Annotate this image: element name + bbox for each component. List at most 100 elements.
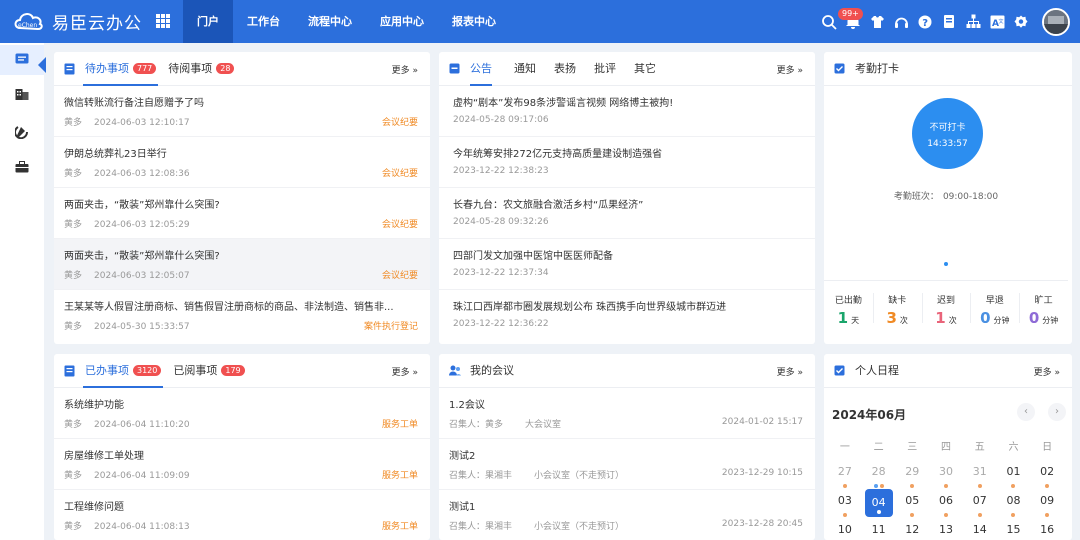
item-category: 服务工单 xyxy=(381,522,418,532)
tab-other[interactable]: 其它 xyxy=(634,52,656,86)
calendar-day[interactable]: 02 xyxy=(1030,460,1064,489)
list-item[interactable]: 两面夹击，“散装”郑州靠什么突围? 黄多 2024-06-03 12:05:29 会议… xyxy=(54,188,430,239)
list-item[interactable]: 工程维修问题 黄多 2024-06-04 11:08:13 服务工单 xyxy=(54,490,430,540)
nav-report-center[interactable]: 报表中心 xyxy=(438,0,510,43)
list-item[interactable]: 四部门发文加强中医馆中医医师配备 2023-12-22 12:37:34 xyxy=(439,239,815,290)
settings-gear-icon[interactable] xyxy=(1010,0,1032,43)
help-icon[interactable]: ? xyxy=(914,0,936,43)
calendar-day[interactable]: 12 xyxy=(895,518,929,540)
list-item[interactable]: 系统维护功能 黄多 2024-06-04 11:10:20 服务工单 xyxy=(54,388,430,439)
list-item[interactable]: 微信转账流行备注自愿赠予了吗 黄多 2024-06-03 12:10:17 会议纪要 xyxy=(54,86,430,137)
more-link[interactable]: 更多 » xyxy=(392,365,418,378)
calendar-day[interactable]: 29 xyxy=(895,460,929,489)
calendar-day[interactable]: 31 xyxy=(963,460,997,489)
calendar-day[interactable]: 07 xyxy=(963,489,997,518)
calendar-day[interactable]: 10 xyxy=(828,518,862,540)
tab-todo[interactable]: 待办事项 777 xyxy=(82,52,159,86)
shirt-icon[interactable] xyxy=(866,0,888,43)
list-item[interactable]: 长春九台：农文旅融合激活乡村“瓜果经济” 2024-05-28 09:32:26 xyxy=(439,188,815,239)
calendar-day[interactable]: 13 xyxy=(929,518,963,540)
app-logo[interactable]: eChen 易臣云办公 xyxy=(12,8,142,34)
stat-value: 3 xyxy=(886,309,897,327)
apps-grid-icon[interactable] xyxy=(156,14,170,28)
sidebar-item-building[interactable] xyxy=(0,81,44,111)
done-panel: 已办事项 3120 已阅事项 179 更多 » 系统维护功能 黄多 2024-06-04… xyxy=(54,354,430,540)
svg-text:?: ? xyxy=(922,18,928,29)
more-link[interactable]: 更多 » xyxy=(1034,365,1060,378)
calendar-day[interactable]: 30 xyxy=(929,460,963,489)
list-item[interactable]: 珠江口西岸都市圈发展规划公布 珠西携手向世界级城市群迈进 2023-12-22 1… xyxy=(439,290,815,342)
calendar-day[interactable]: 15 xyxy=(997,518,1031,540)
list-item[interactable]: 今年统筹安排272亿元支持高质量建设制造强省 2023-12-22 12:38:2… xyxy=(439,137,815,188)
list-item[interactable]: 两面夹击，“散装”郑州靠什么突围? 黄多 2024-06-03 12:05:07 会议… xyxy=(54,239,430,290)
punch-clock-button[interactable]: 不可打卡 14:33:57 xyxy=(912,98,983,169)
item-title: 虚构“剧本”发布98条涉警谣言视频 网络博主被拘! xyxy=(453,98,674,109)
top-bar: eChen 易臣云办公 门户 工作台 流程中心 应用中心 报表中心 ? A文 9… xyxy=(0,0,1080,43)
item-title: 伊朗总统葬礼23日举行 xyxy=(64,149,167,160)
stat-attended[interactable]: 已出勤 1 天 xyxy=(824,281,873,338)
list-item[interactable]: 房屋维修工单处理 黄多 2024-06-04 11:09:09 服务工单 xyxy=(54,439,430,490)
list-item[interactable]: 王某某等人假冒注册商标、销售假冒注册商标的商品、非法制造、销售非... 黄多 202… xyxy=(54,290,430,342)
nav-process-center[interactable]: 流程中心 xyxy=(294,0,366,43)
item-time: 2023-12-22 12:37:34 xyxy=(453,268,549,278)
stat-early-leave[interactable]: 早退 0 分钟 xyxy=(970,281,1019,338)
list-item[interactable]: 1.2会议 召集人：黄多 大会议室 2024-01-02 15:17 xyxy=(439,388,815,439)
tab-to-read[interactable]: 待阅事项 28 xyxy=(168,52,235,86)
item-meta: 黄多 2024-05-30 15:33:57 xyxy=(64,319,202,332)
meeting-time: 2023-12-29 10:15 xyxy=(721,468,803,478)
tab-criticism[interactable]: 批评 xyxy=(594,52,616,86)
more-link[interactable]: 更多 » xyxy=(777,63,803,76)
todo-panel: 待办事项 777 待阅事项 28 更多 » 微信转账流行备注自愿赠予了吗 黄多 2024… xyxy=(54,52,430,344)
org-chart-icon[interactable] xyxy=(962,0,984,43)
bell-icon[interactable] xyxy=(842,0,864,43)
list-item[interactable]: 测试1 召集人：果湘丰 小会议室（不走预订） 2023-12-28 20:45 xyxy=(439,490,815,540)
calendar-day[interactable]: 06 xyxy=(929,489,963,518)
sidebar-item-briefcase[interactable] xyxy=(0,153,44,183)
stat-missing-punch[interactable]: 缺卡 3 次 xyxy=(872,281,922,338)
stat-label: 已出勤 xyxy=(834,296,862,306)
calendar-day[interactable]: 03 xyxy=(828,489,862,518)
stat-late[interactable]: 迟到 1 次 xyxy=(921,281,971,338)
tab-notification[interactable]: 通知 xyxy=(514,52,536,86)
list-item[interactable]: 伊朗总统葬礼23日举行 黄多 2024-06-03 12:08:36 会议纪要 xyxy=(54,137,430,188)
headset-icon[interactable] xyxy=(890,0,912,43)
calendar-day[interactable]: 11 xyxy=(862,518,896,540)
weekday-label: 五 xyxy=(974,442,985,453)
item-meta: 黄多 2024-06-04 11:08:13 xyxy=(64,519,202,532)
more-label: 更多 xyxy=(391,368,410,378)
calendar-day[interactable]: 27 xyxy=(828,460,862,489)
calendar-day[interactable]: 16 xyxy=(1030,518,1064,540)
nav-portal[interactable]: 门户 xyxy=(183,0,233,43)
calendar-day[interactable]: 28 xyxy=(862,460,896,489)
calendar-day-today[interactable]: 04 xyxy=(862,489,896,518)
more-link[interactable]: 更多 » xyxy=(392,63,418,76)
tab-done[interactable]: 已办事项 3120 xyxy=(82,354,164,388)
user-avatar[interactable] xyxy=(1042,7,1070,36)
todo-panel-header: 待办事项 777 待阅事项 28 更多 » xyxy=(54,52,430,86)
calendar-day[interactable]: 01 xyxy=(997,460,1031,489)
tab-praise[interactable]: 表扬 xyxy=(554,52,576,86)
nav-app-center[interactable]: 应用中心 xyxy=(366,0,438,43)
prev-month-button[interactable]: ‹ xyxy=(1017,403,1035,421)
calendar-day[interactable]: 08 xyxy=(997,489,1031,518)
document-icon[interactable] xyxy=(938,0,960,43)
calendar-day[interactable]: 09 xyxy=(1030,489,1064,518)
tab-read[interactable]: 已阅事项 179 xyxy=(173,354,245,388)
nav-workbench[interactable]: 工作台 xyxy=(233,0,294,43)
next-month-button[interactable]: › xyxy=(1048,403,1066,421)
item-time: 2024-05-30 15:33:57 xyxy=(94,322,190,332)
item-time: 2024-06-04 11:10:20 xyxy=(94,420,190,430)
translate-icon[interactable]: A文 xyxy=(986,0,1008,43)
search-icon[interactable] xyxy=(818,0,840,43)
carousel-dot[interactable] xyxy=(944,262,948,266)
calendar-day[interactable]: 14 xyxy=(963,518,997,540)
calendar-day[interactable]: 05 xyxy=(895,489,929,518)
more-link[interactable]: 更多 » xyxy=(777,365,803,378)
sidebar-item-party[interactable] xyxy=(0,118,44,148)
item-user: 黄多 xyxy=(64,322,83,332)
stat-absent[interactable]: 旷工 0 分钟 xyxy=(1019,281,1068,338)
list-item[interactable]: 虚构“剧本”发布98条涉警谣言视频 网络博主被拘! 2024-05-28 09:1… xyxy=(439,86,815,137)
list-item[interactable]: 测试2 召集人：果湘丰 小会议室（不走预订） 2023-12-29 10:15 xyxy=(439,439,815,490)
sidebar-item-message[interactable] xyxy=(0,45,46,75)
tab-announcement[interactable]: 公告 xyxy=(470,52,492,86)
